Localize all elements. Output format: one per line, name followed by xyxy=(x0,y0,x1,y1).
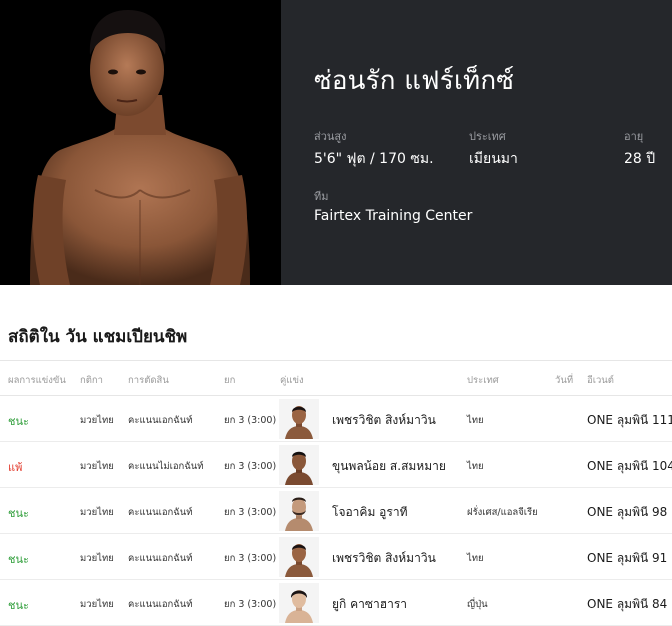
result-cell: ชนะ xyxy=(8,507,29,520)
table-row[interactable]: ชนะ มวยไทย คะแนนเอกฉันท์ ยก 3 (3:00) โจอ… xyxy=(0,488,672,534)
round-cell: ยก 3 (3:00) xyxy=(224,599,277,610)
method-cell: คะแนนเอกฉันท์ xyxy=(128,415,193,426)
sport-cell: มวยไทย xyxy=(80,415,114,426)
team-value: Fairtex Training Center xyxy=(314,208,473,224)
method-cell: คะแนนเอกฉันท์ xyxy=(128,553,193,564)
header-event: อีเวนต์ xyxy=(587,375,614,386)
country-cell: ไทย xyxy=(467,553,484,564)
table-row[interactable]: แพ้ มวยไทย คะแนนไม่เอกฉันท์ ยก 3 (3:00) … xyxy=(0,442,672,488)
round-cell: ยก 3 (3:00) xyxy=(224,415,277,426)
round-cell: ยก 3 (3:00) xyxy=(224,461,277,472)
table-row[interactable]: ชนะ มวยไทย คะแนนเอกฉันท์ ยก 3 (3:00) เพช… xyxy=(0,396,672,442)
event-link[interactable]: ONE ลุมพินี 91 xyxy=(587,549,667,568)
opponent-avatar-icon[interactable] xyxy=(279,445,319,485)
opponent-avatar-icon[interactable] xyxy=(279,537,319,577)
method-cell: คะแนนเอกฉันท์ xyxy=(128,599,193,610)
country-value: เมียนมา xyxy=(469,151,518,167)
country-cell: ฝรั่งเศส/แอลจีเรีย xyxy=(467,507,538,518)
opponent-avatar-icon[interactable] xyxy=(279,583,319,623)
opponent-name-link[interactable]: ยูกิ คาซาฮารา xyxy=(332,595,407,614)
opponent-name-link[interactable]: เพชรวิชิต สิงห์มาวิน xyxy=(332,549,436,568)
opponent-name-link[interactable]: เพชรวิชิต สิงห์มาวิน xyxy=(332,411,436,430)
sport-cell: มวยไทย xyxy=(80,461,114,472)
event-link[interactable]: ONE ลุมพินี 84 xyxy=(587,595,667,614)
method-cell: คะแนนเอกฉันท์ xyxy=(128,507,193,518)
age-value: 28 ปี xyxy=(624,151,656,167)
fighter-name: ซ่อนรัก แฟร์เท็กซ์ xyxy=(314,66,515,96)
country-cell: ไทย xyxy=(467,415,484,426)
event-link[interactable]: ONE ลุมพินี 111 xyxy=(587,411,672,430)
sport-cell: มวยไทย xyxy=(80,553,114,564)
header-result: ผลการแข่งขัน xyxy=(8,375,66,386)
event-link[interactable]: ONE ลุมพินี 98 xyxy=(587,503,667,522)
team-label: ทีม xyxy=(314,190,329,203)
table-row[interactable]: ชนะ มวยไทย คะแนนเอกฉันท์ ยก 3 (3:00) เพช… xyxy=(0,534,672,580)
opponent-avatar-icon[interactable] xyxy=(279,491,319,531)
sport-cell: มวยไทย xyxy=(80,599,114,610)
stats-table-header: ผลการแข่งขัน กติกา การตัดสิน ยก คู่แข่ง … xyxy=(0,360,672,396)
opponent-avatar-icon[interactable] xyxy=(279,399,319,439)
result-cell: ชนะ xyxy=(8,553,29,566)
country-cell: ไทย xyxy=(467,461,484,472)
header-date: วันที่ xyxy=(555,375,574,386)
header-opponent: คู่แข่ง xyxy=(280,375,304,386)
round-cell: ยก 3 (3:00) xyxy=(224,553,277,564)
header-round: ยก xyxy=(224,375,236,386)
event-link[interactable]: ONE ลุมพินี 104 xyxy=(587,457,672,476)
round-cell: ยก 3 (3:00) xyxy=(224,507,277,518)
height-value: 5'6" ฟุต / 170 ซม. xyxy=(314,151,434,167)
country-cell: ญี่ปุ่น xyxy=(467,599,488,610)
table-row[interactable]: ชนะ มวยไทย คะแนนเอกฉันท์ ยก 3 (3:00) ยูก… xyxy=(0,580,672,626)
stats-title: สถิติใน วัน แชมเปียนชิพ xyxy=(8,327,188,347)
age-label: อายุ xyxy=(624,130,644,143)
result-cell: แพ้ xyxy=(8,461,23,474)
header-country: ประเทศ xyxy=(467,375,499,386)
fighter-photo xyxy=(0,0,281,285)
sport-cell: มวยไทย xyxy=(80,507,114,518)
fighter-hero: ซ่อนรัก แฟร์เท็กซ์ ส่วนสูง 5'6" ฟุต / 17… xyxy=(0,0,672,285)
header-sport: กติกา xyxy=(80,375,104,386)
opponent-name-link[interactable]: โจอาคิม อูราที xyxy=(332,503,407,522)
header-method: การตัดสิน xyxy=(128,375,169,386)
result-cell: ชนะ xyxy=(8,415,29,428)
result-cell: ชนะ xyxy=(8,599,29,612)
fighter-portrait-icon xyxy=(0,0,281,285)
opponent-name-link[interactable]: ขุนพลน้อย ส.สมหมาย xyxy=(332,457,446,476)
country-label: ประเทศ xyxy=(469,130,506,143)
height-label: ส่วนสูง xyxy=(314,130,347,143)
method-cell: คะแนนไม่เอกฉันท์ xyxy=(128,461,204,472)
fighter-info-panel: ซ่อนรัก แฟร์เท็กซ์ ส่วนสูง 5'6" ฟุต / 17… xyxy=(281,0,672,285)
